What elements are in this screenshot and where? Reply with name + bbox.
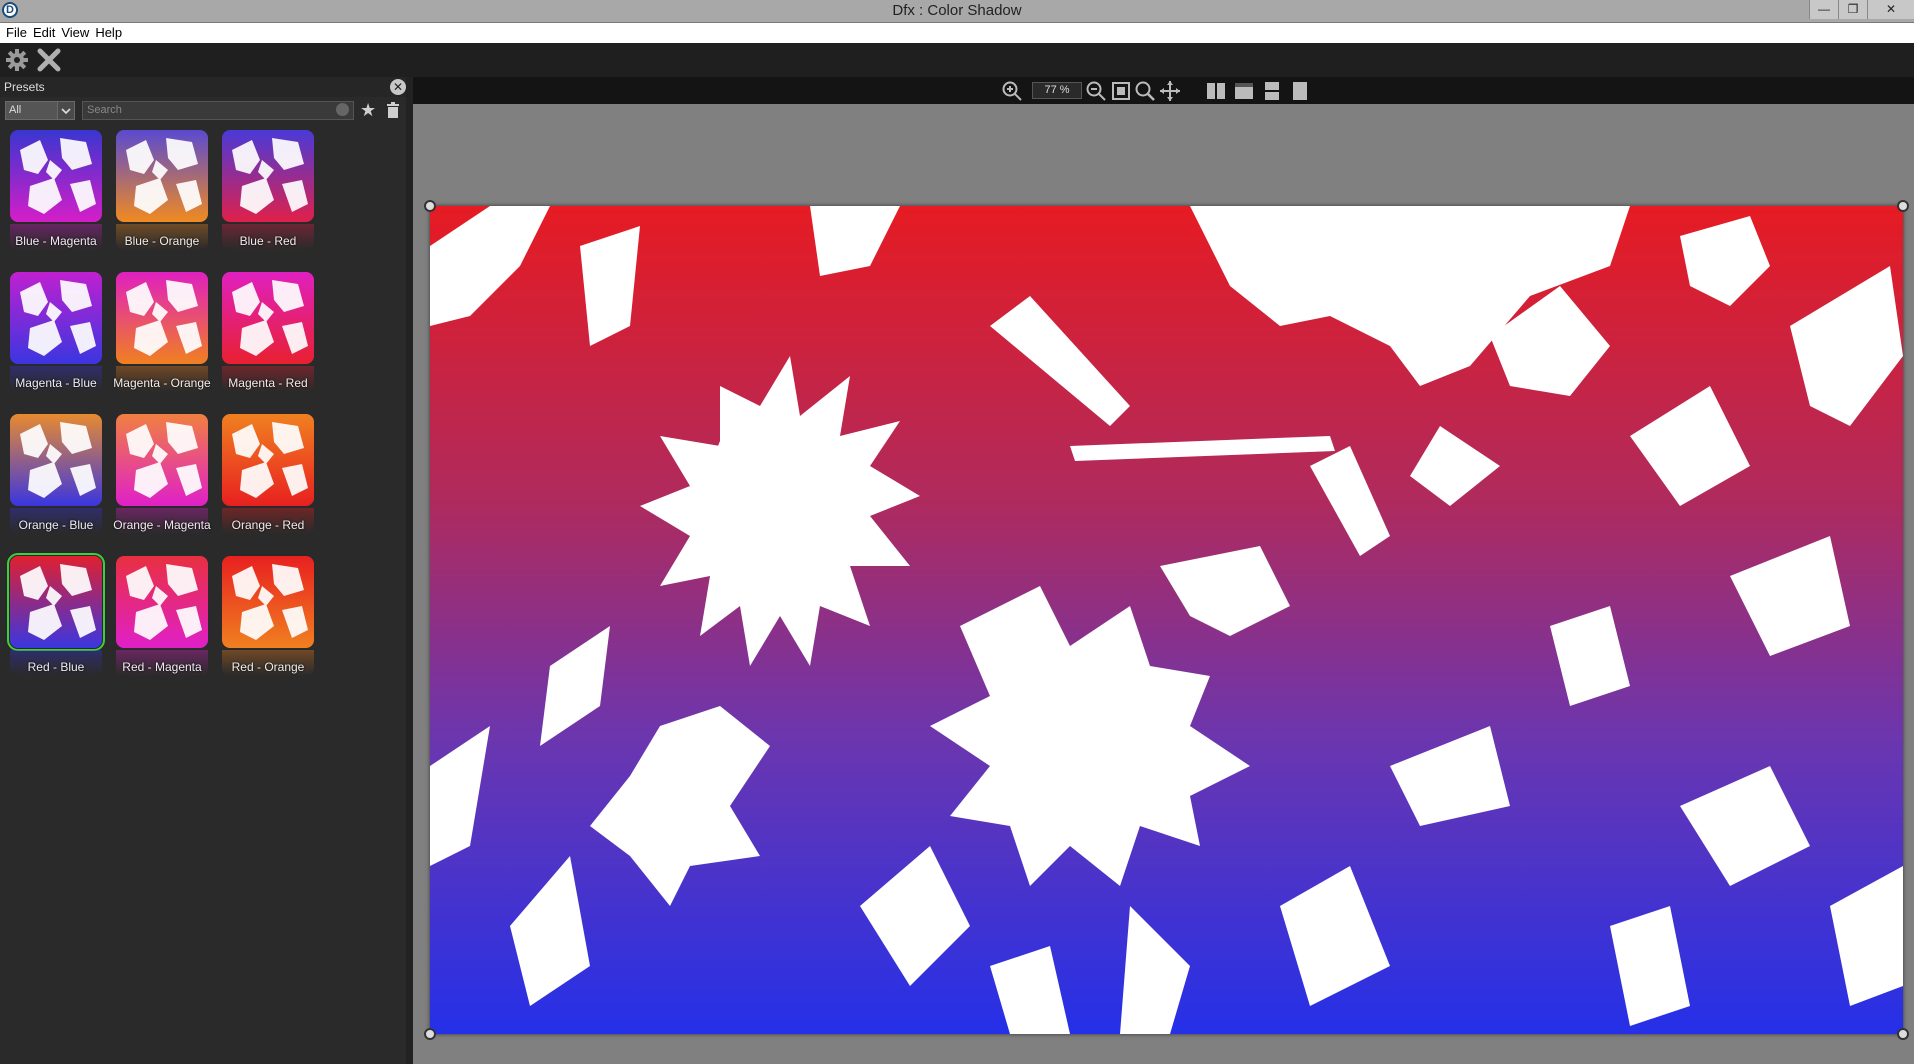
crop-handle-top-left[interactable] bbox=[424, 200, 436, 212]
preset-item[interactable]: Magenta - Orange bbox=[112, 272, 212, 402]
preset-item[interactable]: Blue - Red bbox=[218, 130, 318, 260]
preset-label: Orange - Red bbox=[231, 518, 305, 532]
preview-image[interactable] bbox=[430, 206, 1903, 1034]
preset-thumbnail[interactable] bbox=[116, 272, 208, 364]
preset-thumbnail[interactable] bbox=[222, 556, 314, 648]
preset-label: Red - Magenta bbox=[122, 660, 202, 674]
preset-item[interactable]: Orange - Blue bbox=[6, 414, 106, 544]
preset-label: Orange - Magenta bbox=[113, 518, 211, 532]
category-select-value: All bbox=[9, 104, 22, 116]
split-horizontal-icon[interactable] bbox=[1261, 80, 1283, 102]
clear-search-icon[interactable] bbox=[336, 103, 349, 116]
preset-label: Orange - Blue bbox=[18, 518, 94, 532]
preset-flower-image bbox=[20, 564, 96, 640]
preset-flower-image bbox=[232, 138, 308, 214]
preset-flower-image bbox=[126, 564, 202, 640]
preset-flower-image bbox=[20, 280, 96, 356]
fit-icon[interactable] bbox=[1110, 80, 1132, 102]
split-compare-icon[interactable] bbox=[1233, 80, 1255, 102]
preset-item[interactable]: Red - Magenta bbox=[112, 556, 212, 686]
single-view-icon[interactable] bbox=[1289, 80, 1311, 102]
menu-view[interactable]: View bbox=[55, 23, 89, 43]
preset-thumbnail[interactable] bbox=[116, 130, 208, 222]
menu-help[interactable]: Help bbox=[89, 23, 122, 43]
preset-item[interactable]: Orange - Red bbox=[218, 414, 318, 544]
preset-thumbnail[interactable] bbox=[116, 556, 208, 648]
chevron-down-icon[interactable] bbox=[57, 102, 74, 119]
panel-divider[interactable] bbox=[406, 77, 413, 1064]
presets-panel: Presets ✕ All Search ★ Blue - Magenta Blu… bbox=[0, 77, 406, 1064]
close-x-icon[interactable] bbox=[36, 47, 62, 73]
preset-item[interactable]: Blue - Magenta bbox=[6, 130, 106, 260]
preset-flower-image bbox=[126, 280, 202, 356]
search-input[interactable]: Search bbox=[82, 101, 354, 120]
preset-thumbnail[interactable] bbox=[222, 272, 314, 364]
preset-item[interactable]: Red - Orange bbox=[218, 556, 318, 686]
preset-item[interactable]: Blue - Orange bbox=[112, 130, 212, 260]
preset-label: Magenta - Red bbox=[228, 376, 308, 390]
favorite-star-icon[interactable]: ★ bbox=[360, 100, 376, 121]
preset-thumbnail[interactable] bbox=[10, 130, 102, 222]
crop-handle-bottom-right[interactable] bbox=[1897, 1028, 1909, 1040]
zoom-out-icon[interactable] bbox=[1085, 80, 1107, 102]
preset-item[interactable]: Magenta - Blue bbox=[6, 272, 106, 402]
flower-silhouette bbox=[430, 206, 1903, 1034]
preset-thumbnail[interactable] bbox=[10, 414, 102, 506]
presets-title: Presets bbox=[4, 80, 45, 94]
preset-label: Magenta - Blue bbox=[15, 376, 97, 390]
view-toolbar: 77 % bbox=[413, 77, 1914, 104]
preset-label: Blue - Orange bbox=[124, 234, 200, 248]
menu-bar: File Edit View Help bbox=[0, 23, 1914, 43]
presets-header: Presets ✕ bbox=[0, 77, 406, 97]
trash-icon[interactable] bbox=[386, 102, 400, 118]
preset-thumbnail[interactable] bbox=[222, 130, 314, 222]
crop-handle-bottom-left[interactable] bbox=[424, 1028, 436, 1040]
preset-thumbnail[interactable] bbox=[116, 414, 208, 506]
window-controls: — ❐ ✕ bbox=[1809, 0, 1914, 20]
title-bar: D Dfx : Color Shadow — ❐ ✕ bbox=[0, 0, 1914, 23]
filter-row: All Search ★ bbox=[0, 100, 406, 122]
zoom-icon[interactable] bbox=[1134, 80, 1156, 102]
preset-item[interactable]: Orange - Magenta bbox=[112, 414, 212, 544]
preset-label: Blue - Magenta bbox=[15, 234, 97, 248]
preset-label: Magenta - Orange bbox=[113, 376, 211, 390]
category-select[interactable]: All bbox=[5, 101, 75, 120]
menu-file[interactable]: File bbox=[0, 23, 27, 43]
zoom-in-icon[interactable] bbox=[1001, 80, 1023, 102]
preset-flower-image bbox=[232, 564, 308, 640]
toolbar bbox=[0, 43, 1914, 77]
preset-flower-image bbox=[232, 422, 308, 498]
preset-label: Red - Orange bbox=[231, 660, 305, 674]
preset-label: Blue - Red bbox=[239, 234, 297, 248]
preset-item[interactable]: Magenta - Red bbox=[218, 272, 318, 402]
preset-flower-image bbox=[126, 422, 202, 498]
gear-icon[interactable] bbox=[4, 47, 30, 73]
close-window-button[interactable]: ✕ bbox=[1867, 0, 1914, 19]
preset-thumbnail[interactable] bbox=[7, 553, 105, 651]
pan-icon[interactable] bbox=[1159, 80, 1181, 102]
restore-button[interactable]: ❐ bbox=[1838, 0, 1867, 19]
menu-edit[interactable]: Edit bbox=[27, 23, 55, 43]
preset-flower-image bbox=[232, 280, 308, 356]
preset-item[interactable]: Red - Blue bbox=[6, 553, 106, 686]
preset-flower-image bbox=[126, 138, 202, 214]
window-title: Dfx : Color Shadow bbox=[892, 2, 1022, 19]
preset-label: Red - Blue bbox=[27, 660, 85, 674]
preset-thumbnail[interactable] bbox=[10, 272, 102, 364]
split-vertical-icon[interactable] bbox=[1205, 80, 1227, 102]
preset-flower-image bbox=[20, 422, 96, 498]
minimize-button[interactable]: — bbox=[1809, 0, 1838, 19]
close-panel-icon[interactable]: ✕ bbox=[390, 79, 406, 95]
zoom-level-input[interactable]: 77 % bbox=[1032, 82, 1082, 99]
crop-handle-top-right[interactable] bbox=[1897, 200, 1909, 212]
preset-flower-image bbox=[20, 138, 96, 214]
preset-thumbnail[interactable] bbox=[222, 414, 314, 506]
